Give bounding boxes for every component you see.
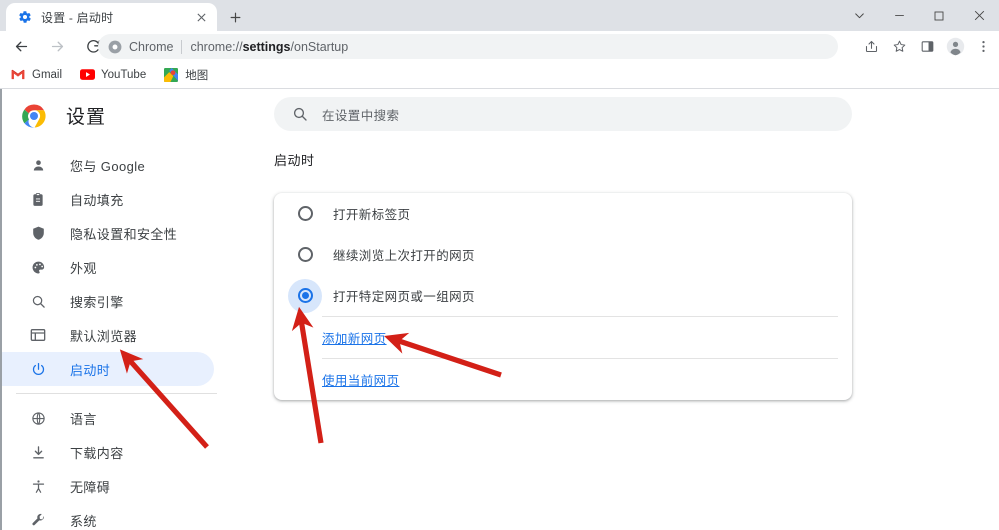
bookmark-label: 地图 [185,69,209,82]
bookmark-label: YouTube [101,68,147,81]
radio-label: 打开特定网页或一组网页 [333,290,475,304]
settings-main: 在设置中搜索 启动时 打开新标签页 继续浏览上次打开的网页 打开特定网页或一组网… [260,89,999,530]
share-icon[interactable] [857,32,885,60]
sidebar-item-search-engine[interactable]: 搜索引擎 [2,284,214,318]
sidebar-item-accessibility[interactable]: 无障碍 [2,469,214,503]
clipboard-icon [28,189,48,209]
sidebar-item-appearance[interactable]: 外观 [2,250,214,284]
wrench-icon [28,510,48,530]
more-menu-icon[interactable] [969,32,997,60]
tab-title: 设置 - 启动时 [41,10,114,25]
settings-page: 设置 您与 Google 自动填充 隐私设置和安全性 外观 搜索引擎 默认浏览器… [0,89,999,530]
settings-title: 设置 [66,107,107,128]
side-panel-icon[interactable] [913,32,941,60]
settings-sidebar: 设置 您与 Google 自动填充 隐私设置和安全性 外观 搜索引擎 默认浏览器… [2,89,260,530]
power-icon [28,359,48,379]
shield-icon [28,223,48,243]
sidebar-item-default-browser[interactable]: 默认浏览器 [2,318,214,352]
add-new-page-link[interactable]: 添加新网页 [322,328,387,347]
settings-gear-icon [17,9,33,25]
bookmark-label: Gmail [32,68,63,81]
omnibox-url: chrome://settings/onStartup [190,40,348,54]
omnibox-separator [181,39,183,54]
url-prefix: chrome:// [190,39,243,54]
accessibility-icon [28,476,48,496]
new-tab-button[interactable] [224,6,246,28]
sidebar-item-label: 外观 [70,260,97,276]
bookmark-maps[interactable]: 地图 [159,64,215,86]
sidebar-item-on-startup[interactable]: 启动时 [2,352,214,386]
sidebar-item-autofill[interactable]: 自动填充 [2,182,214,216]
omnibox-chip-label: Chrome [129,39,174,54]
sidebar-item-label: 无障碍 [70,479,111,495]
browser-tab[interactable]: 设置 - 启动时 [6,3,217,31]
download-icon [28,442,48,462]
youtube-icon [79,67,95,83]
sidebar-item-label: 下载内容 [70,445,124,461]
page-title: 启动时 [274,153,315,168]
sidebar-item-label: 自动填充 [70,192,124,208]
bookmark-star-icon[interactable] [885,32,913,60]
tab-strip: 设置 - 启动时 [0,0,999,31]
add-new-page-row[interactable]: 添加新网页 [274,317,852,358]
browser-window-icon [28,325,48,345]
sidebar-item-label: 语言 [70,411,97,427]
maximize-icon[interactable] [919,0,959,31]
google-maps-icon [163,67,179,83]
bookmarks-bar: Gmail YouTube 地图 [0,61,999,89]
radio-option-new-tab[interactable]: 打开新标签页 [274,193,852,234]
search-icon [28,291,48,311]
sidebar-item-languages[interactable]: 语言 [2,401,214,435]
use-current-pages-row[interactable]: 使用当前网页 [274,359,852,400]
globe-icon [28,408,48,428]
address-bar[interactable]: Chrome chrome://settings/onStartup [98,34,838,59]
toolbar-actions [857,31,997,61]
sidebar-item-privacy-security[interactable]: 隐私设置和安全性 [2,216,214,250]
profile-avatar-icon[interactable] [941,32,969,60]
bookmark-gmail[interactable]: Gmail [6,64,69,86]
search-input[interactable]: 在设置中搜索 [274,97,852,131]
sidebar-item-label: 隐私设置和安全性 [70,226,178,242]
arrow-back-icon[interactable] [6,32,36,60]
radio-option-specific-pages[interactable]: 打开特定网页或一组网页 [274,275,852,316]
person-icon [28,155,48,175]
on-startup-card: 打开新标签页 继续浏览上次打开的网页 打开特定网页或一组网页 添加新网页 使用当… [274,193,852,400]
minimize-icon[interactable] [879,0,919,31]
chrome-icon [108,40,122,54]
url-suffix: /onStartup [290,39,349,54]
arrow-forward-icon [42,32,72,60]
chevron-down-icon[interactable] [839,0,879,31]
radio-button[interactable] [288,238,322,272]
url-bold: settings [242,39,291,54]
sidebar-divider [16,393,217,394]
search-placeholder: 在设置中搜索 [322,108,400,123]
browser-toolbar: Chrome chrome://settings/onStartup [0,31,999,61]
sidebar-item-label: 启动时 [70,362,111,378]
sidebar-item-label: 默认浏览器 [70,328,138,344]
radio-label: 继续浏览上次打开的网页 [333,249,475,263]
search-icon [292,106,308,122]
chrome-settings-window: 设置 - 启动时 Chrome chrome://settings/onStar… [0,0,999,530]
use-current-pages-link[interactable]: 使用当前网页 [322,370,399,389]
palette-icon [28,257,48,277]
radio-option-continue[interactable]: 继续浏览上次打开的网页 [274,234,852,275]
sidebar-item-you-and-google[interactable]: 您与 Google [2,148,214,182]
sidebar-item-label: 系统 [70,513,97,529]
close-icon[interactable] [959,0,999,31]
sidebar-item-label: 您与 Google [70,158,146,174]
radio-button[interactable] [288,197,322,231]
sidebar-item-system[interactable]: 系统 [2,503,214,530]
gmail-icon [10,67,26,83]
chrome-logo-icon [22,103,46,128]
radio-label: 打开新标签页 [333,208,411,222]
sidebar-item-label: 搜索引擎 [70,294,124,310]
bookmark-youtube[interactable]: YouTube [75,64,153,86]
close-icon[interactable] [194,10,208,24]
radio-button-selected[interactable] [288,278,322,313]
sidebar-item-downloads[interactable]: 下载内容 [2,435,214,469]
window-controls [839,0,999,31]
sidebar-nav: 您与 Google 自动填充 隐私设置和安全性 外观 搜索引擎 默认浏览器 启动… [2,148,260,530]
settings-brand: 设置 [22,102,106,129]
